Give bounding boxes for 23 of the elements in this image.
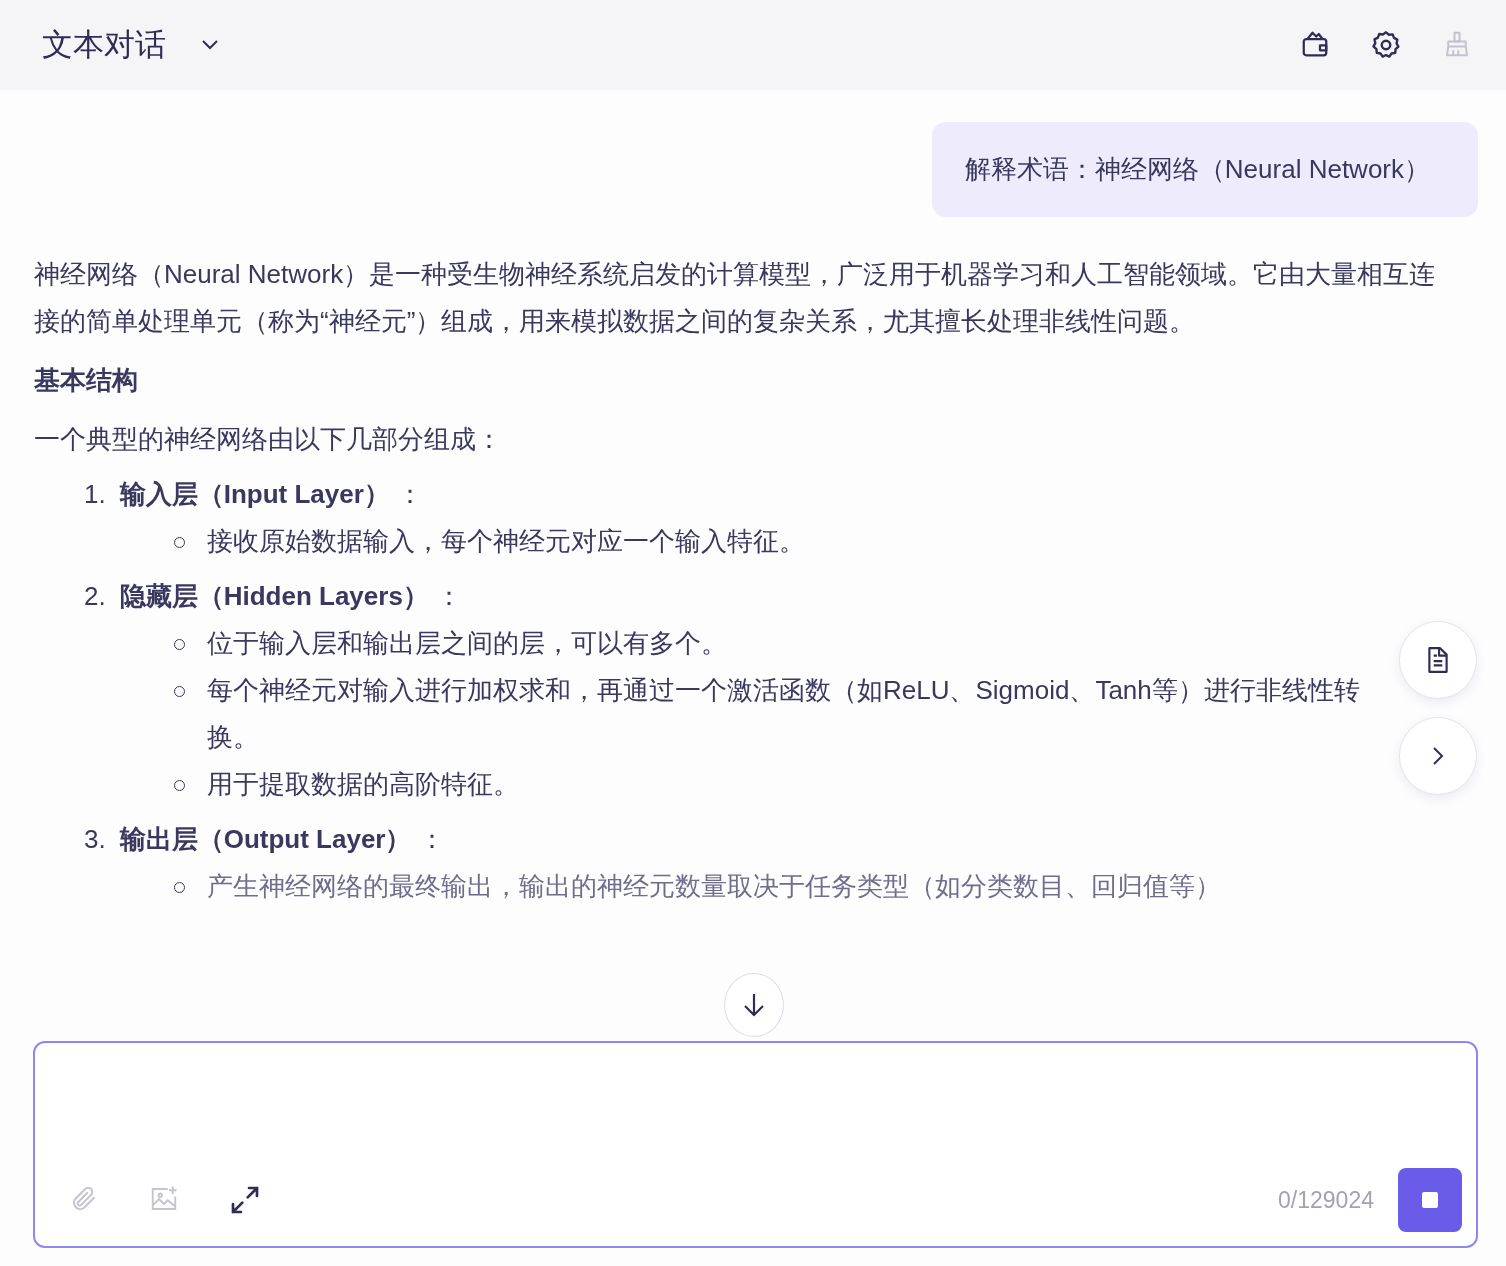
- list-item-text: 位于输入层和输出层之间的层，可以有多个。: [207, 627, 727, 660]
- list-item-title: 输入层（Input Layer） ：: [119, 478, 424, 511]
- list-number: 2.: [84, 580, 106, 613]
- list-item-text: 产生神经网络的最终输出，输出的神经元数量取决于任务类型（如分类数目、回归值等）: [207, 870, 1221, 903]
- answer-paragraph: 神经网络（Neural Network）是一种受生物神经系统启发的计算模型，广泛用于机器学习和人工智能领域。它由大量相互连接的简单处理单元（称为“神经元”）组成，用来模拟数据之间的复杂关系，尤其擅长处理非线性问题。: [34, 258, 1437, 338]
- page-title: 文本对话: [42, 26, 166, 64]
- settings-icon[interactable]: [1370, 29, 1402, 61]
- document-icon: [1425, 646, 1451, 674]
- answer-paragraph: 一个典型的神经网络由以下几部分组成：: [34, 423, 503, 456]
- list-number: 1.: [84, 478, 106, 511]
- list-item-title: 隐藏层（Hidden Layers） ：: [119, 580, 463, 613]
- list-item-text: 每个神经元对输入进行加权求和，再通过一个激活函数（如ReLU、Sigmoid、Tanh等）进行非线性转换。: [207, 674, 1361, 754]
- expand-icon[interactable]: [229, 1184, 261, 1216]
- list-item-text: 用于提取数据的高阶特征。: [207, 768, 519, 801]
- stop-button[interactable]: [1398, 1168, 1462, 1232]
- character-counter: 0/129024: [1278, 1186, 1374, 1214]
- user-message-bubble: 解释术语：神经网络（Neural Network）: [931, 122, 1478, 217]
- section-heading: 基本结构: [34, 364, 139, 397]
- arrow-down-icon: [741, 991, 767, 1019]
- list-item-text: 接收原始数据输入，每个神经元对应一个输入特征。: [207, 525, 805, 558]
- list-item-title: 输出层（Output Layer） ：: [119, 823, 445, 856]
- list-number: 3.: [84, 823, 106, 856]
- chevron-down-icon[interactable]: [200, 39, 220, 51]
